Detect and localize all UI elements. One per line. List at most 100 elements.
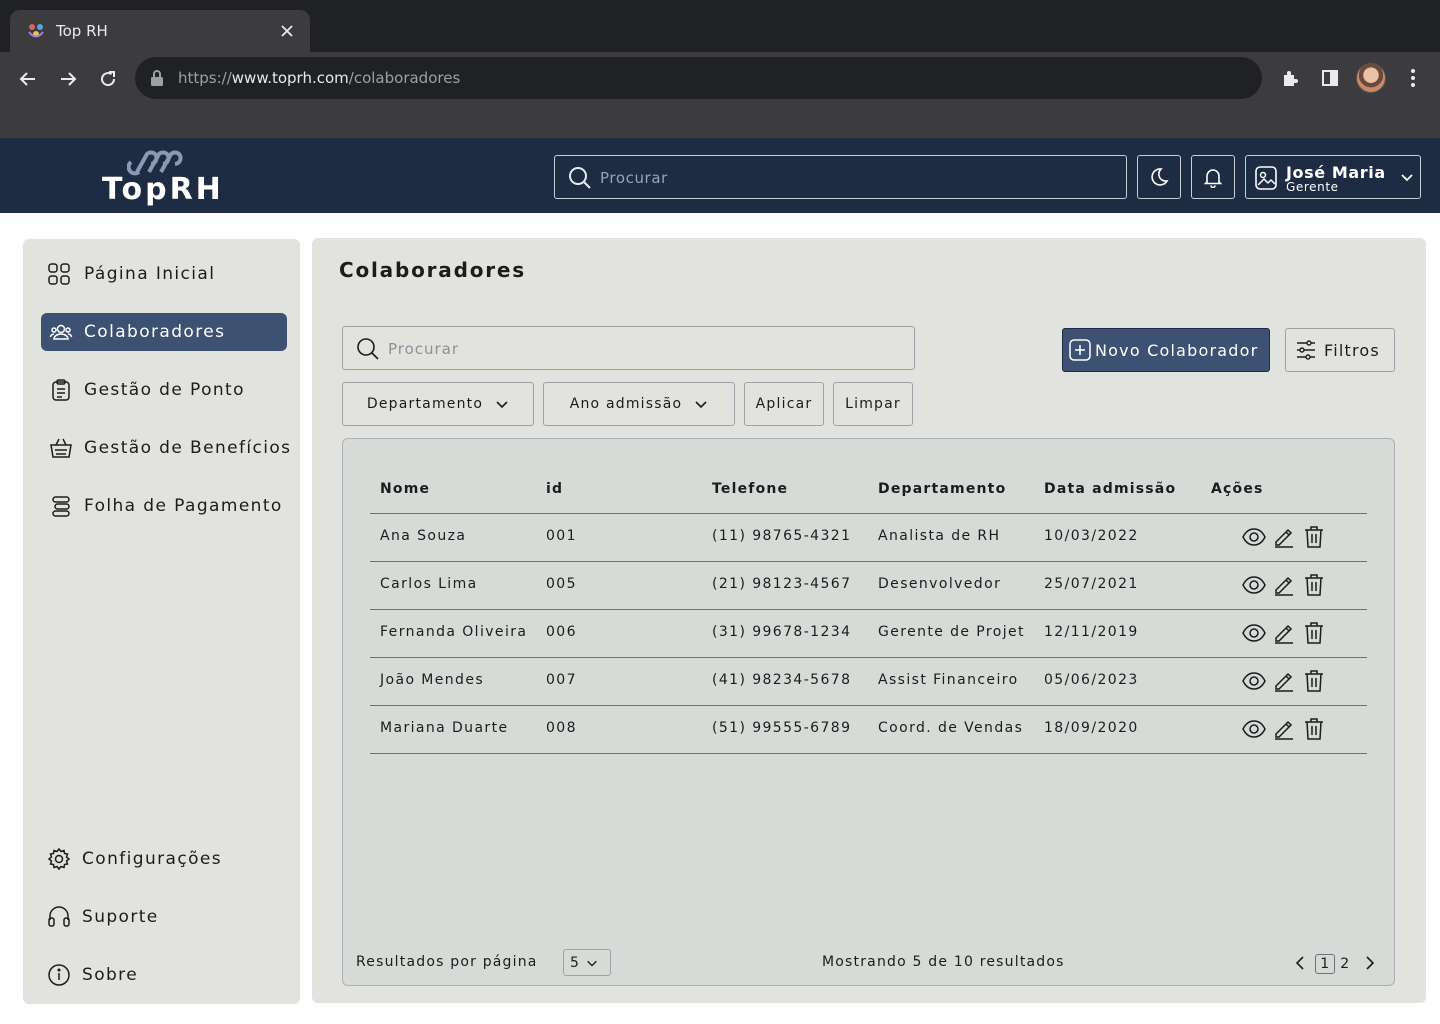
address-bar[interactable]: https://www.toprh.com/colaboradores [135, 57, 1262, 99]
sidebar-item-label: Gestão de Ponto [84, 380, 245, 400]
apply-button[interactable]: Aplicar [744, 382, 824, 426]
delete-button[interactable] [1302, 525, 1326, 549]
edit-button[interactable] [1272, 573, 1296, 597]
cell-telefone: (51) 99555-6789 [712, 720, 852, 736]
edit-button[interactable] [1272, 621, 1296, 645]
delete-button[interactable] [1302, 573, 1326, 597]
sidebar-item-home[interactable]: Página Inicial [46, 255, 286, 293]
page-1-button[interactable]: 1 [1315, 954, 1335, 974]
sidebar-item-config[interactable]: Configurações [46, 840, 286, 878]
sidebar-item-label: Suporte [82, 907, 159, 927]
sidebar-item-colaboradores[interactable]: Colaboradores [41, 313, 287, 351]
cell-id: 005 [546, 576, 577, 592]
header-search-input[interactable]: Procurar [554, 155, 1127, 199]
cell-data-admissao: 18/09/2020 [1044, 720, 1139, 736]
eye-icon [1242, 672, 1266, 690]
headset-icon [46, 904, 72, 930]
previous-page-icon[interactable] [1292, 954, 1308, 972]
cell-nome: Carlos Lima [380, 576, 478, 592]
notifications-button[interactable] [1191, 155, 1235, 199]
sidebar [23, 239, 300, 1004]
view-button[interactable] [1242, 573, 1266, 597]
next-page-icon[interactable] [1362, 954, 1378, 972]
sidebar-item-label: Página Inicial [84, 264, 216, 284]
per-page-label: Resultados por página [356, 954, 538, 970]
bell-icon [1203, 169, 1223, 188]
plus-square-icon [1069, 339, 1091, 361]
close-tab-icon[interactable] [276, 20, 298, 42]
trash-icon [1304, 670, 1324, 692]
eye-icon [1242, 528, 1266, 546]
eye-icon [1242, 720, 1266, 738]
user-role: Gerente [1286, 180, 1339, 194]
sidebar-item-label: Colaboradores [84, 322, 226, 342]
cell-nome: Ana Souza [380, 528, 467, 544]
profile-avatar[interactable] [1356, 63, 1386, 93]
user-picture-icon [1255, 166, 1277, 190]
cell-departamento: Desenvolvedor [878, 576, 1002, 592]
view-button[interactable] [1242, 621, 1266, 645]
admission-year-select[interactable]: Ano admissão [543, 382, 735, 426]
cell-data-admissao: 25/07/2021 [1044, 576, 1139, 592]
forward-icon[interactable] [55, 66, 81, 92]
reload-icon[interactable] [95, 66, 121, 92]
dark-mode-button[interactable] [1137, 155, 1181, 199]
delete-button[interactable] [1302, 717, 1326, 741]
view-button[interactable] [1242, 717, 1266, 741]
chevron-down-icon [694, 397, 708, 411]
row-divider [370, 753, 1367, 754]
filters-label: Filtros [1324, 340, 1380, 360]
pencil-icon [1273, 718, 1295, 740]
edit-button[interactable] [1272, 717, 1296, 741]
row-divider [370, 657, 1367, 658]
menu-dots-icon[interactable] [1400, 65, 1426, 91]
new-employee-button[interactable]: Novo Colaborador [1062, 328, 1270, 372]
chevron-down-icon [586, 957, 598, 969]
pencil-icon [1273, 574, 1295, 596]
column-header-acoes: Ações [1211, 481, 1264, 497]
logo-text: TopRH [102, 172, 224, 207]
delete-button[interactable] [1302, 621, 1326, 645]
back-icon[interactable] [15, 66, 41, 92]
eye-icon [1242, 576, 1266, 594]
eye-icon [1242, 624, 1266, 642]
filters-button[interactable]: Filtros [1285, 328, 1395, 372]
grid-icon [46, 261, 72, 287]
sidebar-item-sobre[interactable]: Sobre [46, 956, 286, 994]
view-button[interactable] [1242, 669, 1266, 693]
row-divider [370, 705, 1367, 706]
user-menu[interactable]: José Maria Gerente [1245, 155, 1421, 199]
sidebar-item-folha[interactable]: Folha de Pagamento [48, 487, 294, 525]
basket-icon [48, 435, 74, 461]
new-employee-label: Novo Colaborador [1095, 340, 1259, 360]
side-panel-icon[interactable] [1317, 65, 1343, 91]
department-select[interactable]: Departamento [342, 382, 534, 426]
extensions-icon[interactable] [1277, 65, 1303, 91]
chevron-down-icon [495, 397, 509, 411]
sidebar-item-label: Sobre [82, 965, 139, 985]
delete-button[interactable] [1302, 669, 1326, 693]
page-title: Colaboradores [339, 258, 526, 282]
trash-icon [1304, 622, 1324, 644]
edit-button[interactable] [1272, 525, 1296, 549]
trash-icon [1304, 526, 1324, 548]
sliders-icon [1296, 339, 1316, 361]
sidebar-item-ponto[interactable]: Gestão de Ponto [48, 371, 288, 409]
moon-icon [1151, 168, 1169, 186]
view-button[interactable] [1242, 525, 1266, 549]
sidebar-item-label: Gestão de Benefícios [84, 438, 292, 458]
users-icon [48, 319, 74, 345]
employee-search-input[interactable]: Procurar [342, 326, 915, 370]
browser-tab[interactable]: Top RH [10, 10, 310, 52]
cell-telefone: (21) 98123-4567 [712, 576, 852, 592]
edit-button[interactable] [1272, 669, 1296, 693]
per-page-select[interactable]: 5 [563, 949, 611, 976]
sidebar-item-beneficios[interactable]: Gestão de Benefícios [48, 429, 294, 467]
page-2-button[interactable]: 2 [1335, 954, 1355, 974]
clear-button[interactable]: Limpar [833, 382, 913, 426]
sidebar-item-suporte[interactable]: Suporte [46, 898, 286, 936]
cell-telefone: (31) 99678-1234 [712, 624, 852, 640]
row-divider [370, 609, 1367, 610]
pencil-icon [1273, 670, 1295, 692]
url-text: https://www.toprh.com/colaboradores [178, 69, 461, 87]
